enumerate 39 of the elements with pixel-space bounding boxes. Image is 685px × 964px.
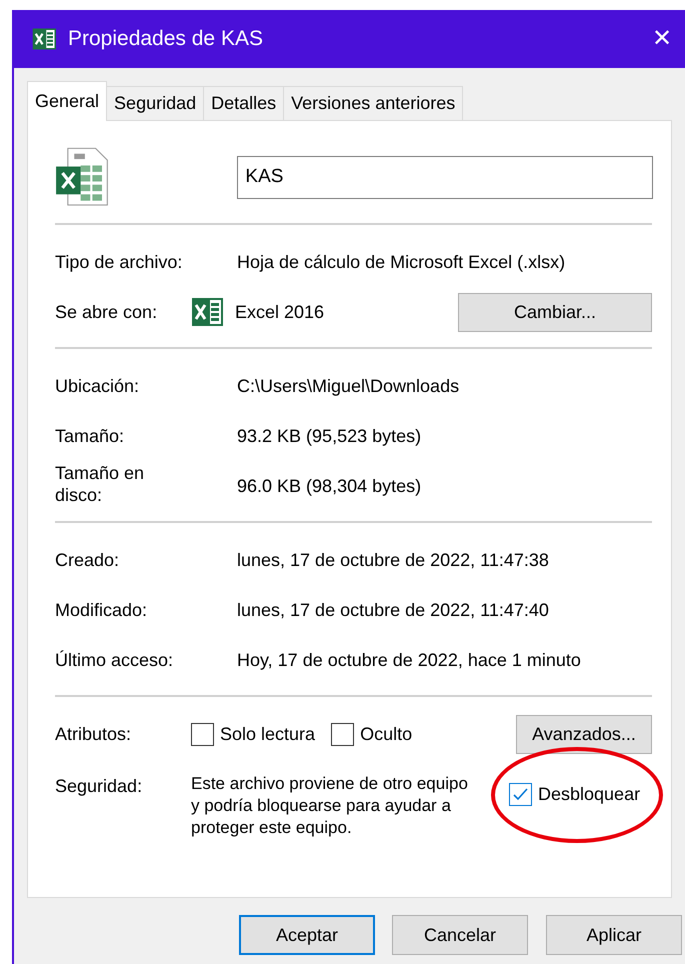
field-value: Excel 2016 xyxy=(235,300,324,324)
field-label: Ubicación: xyxy=(55,376,140,398)
window-title: Propiedades de KAS xyxy=(68,26,263,52)
field-label: Se abre con: xyxy=(55,302,158,324)
tab[interactable]: Versiones anteriores xyxy=(283,86,464,120)
advanced-button[interactable]: Avanzados... xyxy=(516,714,652,754)
dialog-button[interactable]: Aceptar xyxy=(239,915,375,955)
spreadsheet-file-icon xyxy=(55,147,108,207)
checkbox-label: Desbloquear xyxy=(538,783,640,806)
spreadsheet-icon xyxy=(32,27,56,51)
field-value: Hoy, 17 de octubre de 2022, hace 1 minuto xyxy=(237,648,581,672)
tab[interactable]: General xyxy=(27,81,108,121)
field-label: Atributos: xyxy=(55,724,132,746)
field-label: Tamaño en disco: xyxy=(55,463,146,506)
checkbox[interactable] xyxy=(331,722,354,746)
checkmark-icon xyxy=(512,786,529,803)
field-value: 96.0 KB (98,304 bytes) xyxy=(237,474,422,498)
checkbox-label: Oculto xyxy=(360,722,412,746)
checkbox-label: Solo lectura xyxy=(220,722,316,746)
dialog-button[interactable]: Cancelar xyxy=(392,915,528,955)
checkbox[interactable] xyxy=(191,722,214,746)
field-label: Seguridad: xyxy=(55,776,142,798)
field-value: lunes, 17 de octubre de 2022, 11:47:38 xyxy=(237,548,549,572)
field-label: Último acceso: xyxy=(55,650,174,672)
change-button[interactable]: Cambiar... xyxy=(458,292,652,332)
field-label: Modificado: xyxy=(55,600,148,622)
field-label: Tipo de archivo: xyxy=(55,252,182,274)
field-value: lunes, 17 de octubre de 2022, 11:47:40 xyxy=(237,598,549,622)
security-message: Este archivo proviene de otro equipo y podría bloquearse para ayudar a proteger este equipo. xyxy=(191,773,469,840)
name-field[interactable]: KAS xyxy=(237,156,653,198)
close-button[interactable]: ✕ xyxy=(639,16,685,62)
field-label: Creado: xyxy=(55,550,120,572)
checkbox[interactable] xyxy=(509,783,532,806)
field-value: Hoja de cálculo de Microsoft Excel (.xlsx) xyxy=(237,250,566,274)
field-label: Tamaño: xyxy=(55,426,124,448)
spreadsheet-app-icon xyxy=(191,296,223,328)
field-value: 93.2 KB (95,523 bytes) xyxy=(237,424,422,448)
dialog-button[interactable]: Aplicar xyxy=(546,915,682,955)
field-value: C:\Users\Miguel\Downloads xyxy=(237,374,460,398)
